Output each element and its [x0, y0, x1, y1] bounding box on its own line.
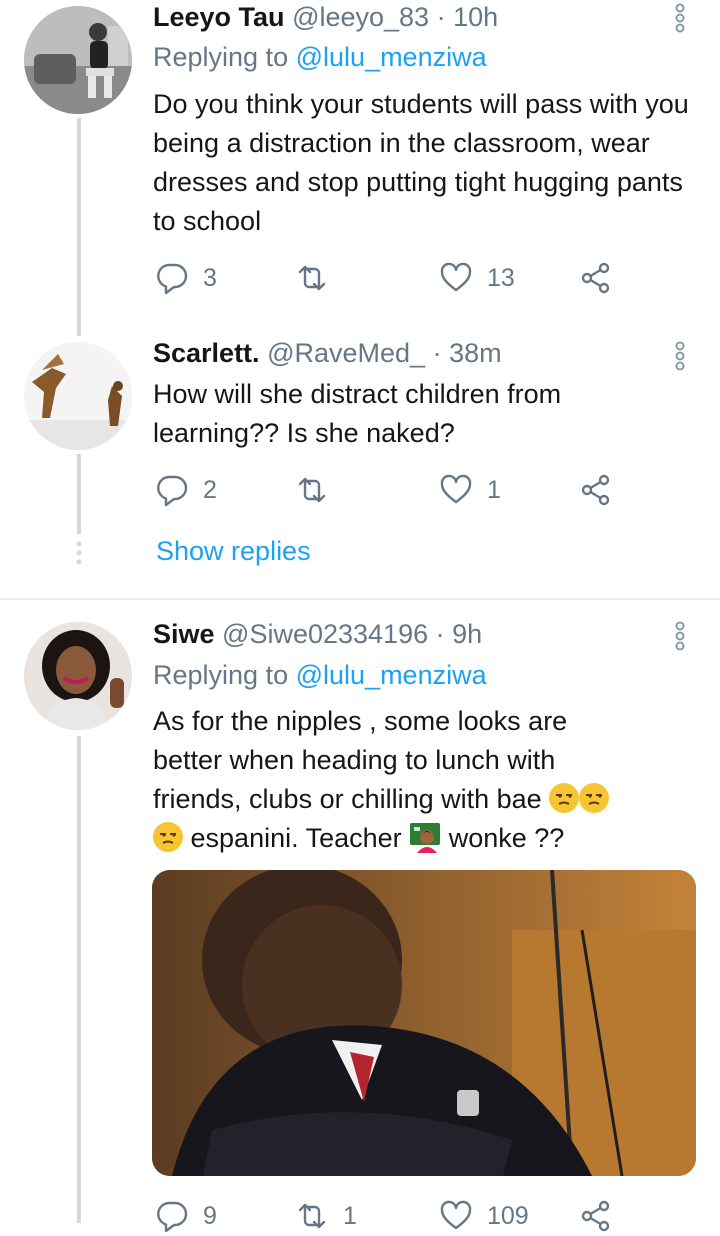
replying-label: Replying to: [153, 42, 289, 72]
tweet-text-line: espanini. Teacher wonke ??: [153, 819, 713, 858]
share-button[interactable]: [579, 470, 613, 510]
like-count: 109: [487, 1201, 529, 1230]
share-icon: [581, 1200, 610, 1232]
user-handle[interactable]: @Siwe02334196: [222, 619, 428, 649]
reply-button[interactable]: 9: [155, 1196, 217, 1236]
reply-button[interactable]: 3: [155, 258, 217, 298]
like-button[interactable]: 1: [439, 470, 501, 510]
timestamp[interactable]: 38m: [449, 338, 502, 368]
timestamp[interactable]: 10h: [453, 2, 498, 32]
tweet-text-line: friends, clubs or chilling with bae: [153, 780, 713, 819]
display-name[interactable]: Leeyo Tau: [153, 2, 285, 32]
attached-photo[interactable]: [152, 870, 696, 1176]
retweet-count: 1: [343, 1201, 357, 1230]
like-count: 1: [487, 475, 501, 504]
divider: [0, 598, 720, 600]
reply-button[interactable]: 2: [155, 470, 217, 510]
reply-icon: [157, 1201, 188, 1233]
separator: ·: [432, 338, 442, 368]
tweet-header: Scarlett. @RaveMed_ · 38m: [153, 338, 502, 369]
reply-icon: [157, 263, 188, 295]
share-button[interactable]: [579, 258, 613, 298]
retweet-icon: [298, 265, 326, 291]
reply-icon: [157, 475, 188, 507]
like-count: 13: [487, 263, 515, 292]
avatar[interactable]: [24, 342, 132, 450]
tweet-text: As for the nipples , some looks are bett…: [153, 702, 713, 858]
unamused-face-icon: [579, 783, 610, 813]
tweet-actions: 3 13: [155, 258, 625, 298]
share-button[interactable]: [579, 1196, 613, 1236]
show-replies-link[interactable]: Show replies: [156, 536, 311, 567]
replying-to-mention[interactable]: @lulu_menziwa: [296, 660, 487, 690]
avatar[interactable]: [24, 622, 132, 730]
display-name[interactable]: Scarlett.: [153, 338, 260, 368]
replying-to-mention[interactable]: @lulu_menziwa: [296, 42, 487, 72]
tweet-header: Leeyo Tau @leeyo_83 · 10h: [153, 2, 498, 33]
woman-teacher-icon: [409, 821, 441, 853]
user-handle[interactable]: @leeyo_83: [292, 2, 429, 32]
thread-line: [77, 454, 81, 534]
tweet-text: How will she distract children from lear…: [153, 379, 562, 448]
heart-icon: [440, 474, 472, 504]
retweet-button[interactable]: [295, 470, 329, 510]
reply-count: 9: [203, 1201, 217, 1230]
more-options-icon[interactable]: [671, 2, 689, 34]
like-button[interactable]: 109: [439, 1196, 529, 1236]
tweet-text-segment: wonke ??: [448, 823, 565, 853]
tweet-text-line: As for the nipples , some looks are: [153, 706, 568, 736]
tweet-actions: 9 1 109: [155, 1196, 625, 1236]
reply-count: 2: [203, 475, 217, 504]
replying-to: Replying to @lulu_menziwa: [153, 660, 487, 691]
heart-icon: [440, 262, 472, 292]
share-icon: [581, 474, 610, 506]
replying-to: Replying to @lulu_menziwa: [153, 42, 487, 73]
like-button[interactable]: 13: [439, 258, 515, 298]
avatar-photo: [24, 6, 132, 114]
display-name[interactable]: Siwe: [153, 619, 215, 649]
avatar[interactable]: [24, 6, 132, 114]
tweet-text-segment: friends, clubs or chilling with bae: [153, 784, 542, 814]
more-options-icon[interactable]: [671, 620, 689, 652]
collapsed-thread-dots: [75, 540, 83, 571]
photo-image: [152, 870, 696, 1176]
retweet-icon: [298, 477, 326, 503]
tweet-text-line: better when heading to lunch with: [153, 745, 556, 775]
retweet-button[interactable]: [295, 258, 329, 298]
separator: ·: [436, 2, 446, 32]
unamused-face-icon: [153, 822, 183, 852]
unamused-face-icon: [549, 783, 580, 813]
replying-label: Replying to: [153, 660, 289, 690]
reply-count: 3: [203, 263, 217, 292]
tweet-header: Siwe @Siwe02334196 · 9h: [153, 619, 482, 650]
tweet-text: Do you think your students will pass wit…: [153, 89, 689, 236]
share-icon: [581, 262, 610, 294]
heart-icon: [440, 1200, 472, 1230]
retweet-button[interactable]: 1: [295, 1196, 357, 1236]
thread-line: [77, 118, 81, 336]
tweet-text-segment: espanini. Teacher: [190, 823, 402, 853]
avatar-photo: [24, 622, 132, 730]
more-options-icon[interactable]: [671, 340, 689, 372]
avatar-photo: [24, 342, 132, 450]
tweet-actions: 2 1: [155, 470, 625, 510]
retweet-icon: [298, 1203, 326, 1229]
thread-line: [77, 736, 81, 1223]
user-handle[interactable]: @RaveMed_: [267, 338, 425, 368]
timestamp[interactable]: 9h: [452, 619, 482, 649]
separator: ·: [435, 619, 445, 649]
